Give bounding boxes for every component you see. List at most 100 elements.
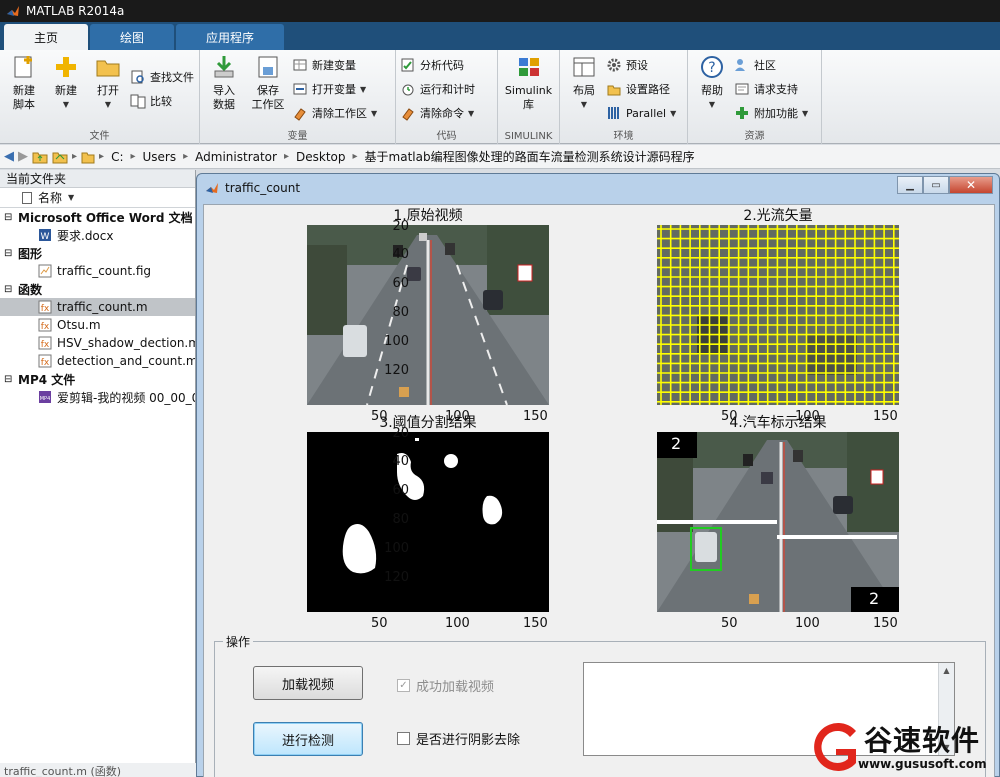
group-header[interactable]: ⊟ 图形 [0,244,195,262]
m-file-icon: fx [38,300,52,314]
new-variable-button[interactable]: 新建变量 [292,56,377,74]
simulink-icon [518,58,539,76]
shadow-removal-checkbox[interactable]: 是否进行阴影去除 [397,729,520,748]
set-path-icon [607,85,621,96]
axes-title: 3.阈值分割结果 [379,415,477,431]
request-support-button[interactable]: 请求支持 [734,80,808,98]
file-item[interactable]: MP4 爱剪辑-我的视频 00_00_0 [0,388,195,406]
file-item[interactable]: W 要求.docx [0,226,195,244]
load-video-button[interactable]: 加载视频 [253,666,363,700]
back-arrow-icon[interactable]: ◀ [4,149,14,164]
group-environment: 布局 ▼ 预设 设置路径 Parallel ▼ 环境 [560,50,688,144]
path-segment[interactable]: C: [108,150,126,164]
tab-apps[interactable]: 应用程序 [176,24,285,50]
y-tick-label: 100 [384,541,409,556]
operations-panel-label: 操作 [223,633,254,650]
matlab-logo-icon [7,6,19,16]
new-script-icon [14,56,32,78]
x-tick-label: 150 [523,616,548,631]
binary-mask-image [307,432,549,612]
figure-window: traffic_count ▁ ▭ ✕ 1.原始视频 50 100 150 2.… [196,173,1000,777]
svg-text:fx: fx [41,340,50,350]
gear-icon [607,58,621,72]
preferences-button[interactable]: 预设 [606,56,676,74]
collapse-icon: ⊟ [4,283,13,295]
chevron-down-icon: ▼ [580,100,588,109]
chevron-down-icon: ▼ [802,108,809,118]
compare-button[interactable]: 比较 [130,92,194,110]
sort-down-icon: ▼ [68,193,75,202]
file-item[interactable]: fx Otsu.m [0,316,195,334]
road-frame-image [307,225,549,405]
tab-home[interactable]: 主页 [4,24,89,50]
group-variable: 导入 数据 保存 工作区 新建变量 打开变量 ▼ 清除工作区 ▼ 变量 [200,50,396,144]
watermark-brand: 谷速软件 [864,724,981,757]
open-variable-button[interactable]: 打开变量 ▼ [292,80,377,98]
path-segment[interactable]: Desktop [293,150,349,164]
parallel-button[interactable]: Parallel ▼ [606,104,676,122]
import-data-icon [214,56,234,78]
ribbon-tabs: 主页 绘图 应用程序 [0,22,1000,50]
app-title: MATLAB R2014a [26,4,125,18]
y-tick-label: 20 [392,219,409,234]
y-tick-label: 40 [392,247,409,262]
video-loaded-checkbox[interactable]: ✓ 成功加载视频 [397,676,494,695]
fig-file-icon [38,264,52,278]
y-tick-label: 100 [384,334,409,349]
group-header[interactable]: ⊟ 函数 [0,280,195,298]
path-segment[interactable]: Administrator [192,150,280,164]
group-label-resources: 资源 [744,131,765,142]
count-right-label: 2 [869,589,880,608]
scroll-up-icon[interactable]: ▲ [939,663,954,678]
maximize-icon: ▭ [931,179,941,191]
chevron-down-icon: ▼ [468,108,475,118]
layout-icon [573,57,595,77]
path-segment[interactable]: Users [140,150,180,164]
plus-icon [56,57,76,77]
path-separator-icon: ▸ [99,151,105,162]
clear-workspace-button[interactable]: 清除工作区 ▼ [292,104,377,122]
clear-commands-button[interactable]: 清除命令 ▼ [400,104,475,122]
maximize-button[interactable]: ▭ [923,176,949,194]
detect-button[interactable]: 进行检测 [253,722,363,756]
path-separator-icon: ▸ [183,151,189,162]
file-item[interactable]: traffic_count.fig [0,262,195,280]
chevron-down-icon: ▼ [670,108,677,118]
vehicle-marking-image [657,432,899,612]
chevron-down-icon: ▼ [104,100,112,109]
group-label-variable: 变量 [287,131,308,142]
minimize-button[interactable]: ▁ [897,176,923,194]
analyze-code-button[interactable]: 分析代码 [400,56,475,74]
x-tick-label: 100 [445,616,470,631]
close-icon: ✕ [965,178,977,192]
browse-folder-icon[interactable] [52,150,68,164]
x-tick-label: 50 [721,616,738,631]
group-header[interactable]: ⊟ Microsoft Office Word 文档 [0,208,195,226]
figure-title-bar: traffic_count [197,174,999,202]
file-item[interactable]: fx HSV_shadow_dection.m [0,334,195,352]
file-item[interactable]: fx detection_and_count.m [0,352,195,370]
set-path-button[interactable]: 设置路径 [606,80,676,98]
add-ons-button[interactable]: 附加功能 ▼ [734,104,808,122]
tab-plots[interactable]: 绘图 [90,24,175,50]
group-simulink: Simulink 库 SIMULINK [498,50,560,144]
group-label-environment: 环境 [613,131,634,142]
group-header[interactable]: ⊟ MP4 文件 [0,370,195,388]
matlab-figure-icon [206,183,218,193]
svg-text:fx: fx [41,358,50,368]
run-and-time-button[interactable]: 运行和计时 [400,80,475,98]
name-column-header[interactable]: 名称 ▼ [0,188,195,208]
current-folder-title: 当前文件夹 [0,170,195,188]
y-tick-label: 80 [392,305,409,320]
add-ons-icon [736,107,748,119]
up-folder-icon[interactable] [32,150,48,164]
group-code: 分析代码 运行和计时 清除命令 ▼ 代码 [396,50,498,144]
forward-arrow-icon[interactable]: ▶ [18,149,28,164]
community-button[interactable]: 社区 [734,56,808,74]
y-tick-label: 80 [392,512,409,527]
find-files-button[interactable]: 查找文件 [130,68,194,86]
path-segment[interactable]: 基于matlab编程图像处理的路面车流量检测系统设计源码程序 [362,148,698,165]
close-button[interactable]: ✕ [949,176,993,194]
file-item[interactable]: fx traffic_count.m [0,298,195,316]
group-label-file: 文件 [89,131,110,142]
